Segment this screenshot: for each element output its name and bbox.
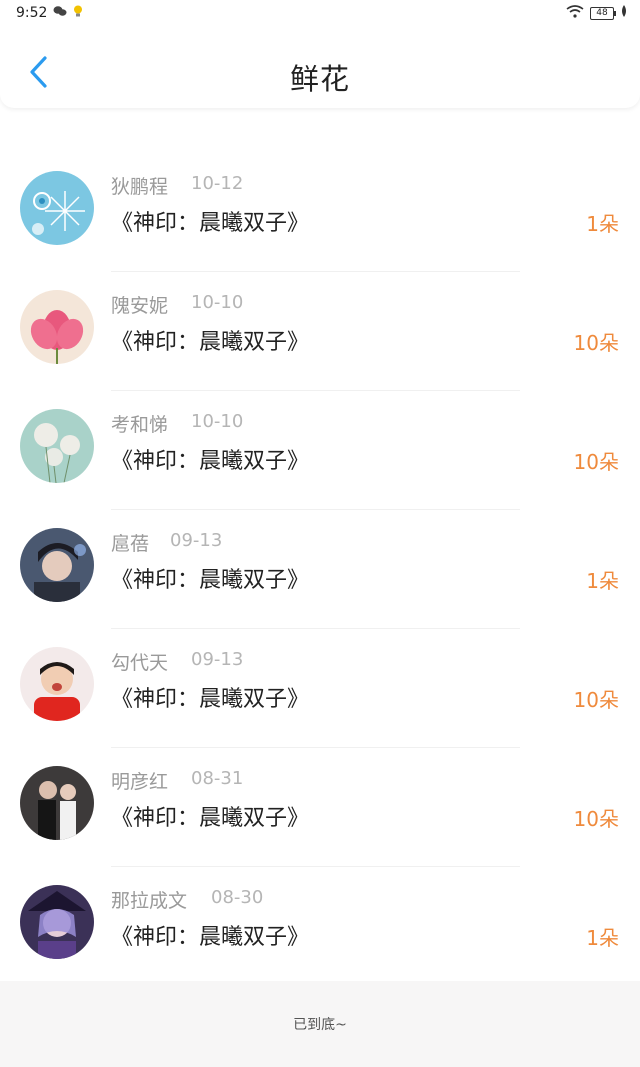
book-title: 《神印：晨曦双子》 [111,330,310,355]
gift-date: 10-10 [191,292,244,313]
gift-date: 09-13 [170,530,223,551]
flower-count: 1朵 [586,926,619,950]
user-name: 扈蓓 [111,533,150,555]
gift-date: 10-12 [191,173,244,194]
user-name: 考和悌 [111,414,169,436]
user-name: 明彦红 [111,771,169,793]
status-bar: 9:52 48 [0,0,640,26]
user-name: 那拉成文 [111,890,188,912]
gift-date: 08-31 [191,768,244,789]
gift-date: 10-10 [191,411,244,432]
flower-count: 10朵 [573,450,619,474]
book-title: 《神印：晨曦双子》 [111,449,310,474]
avatar[interactable] [20,171,94,245]
flower-count: 10朵 [573,807,619,831]
book-title: 《神印：晨曦双子》 [111,211,310,236]
nav-bar: 鲜花 [0,26,640,108]
book-title: 《神印：晨曦双子》 [111,806,310,831]
gift-date: 09-13 [191,649,244,670]
user-name: 勾代天 [111,652,169,674]
list-item[interactable]: 隗安妮 10-10 《神印：晨曦双子》 10朵 [0,272,640,391]
bulb-icon [73,5,83,21]
avatar[interactable] [20,409,94,483]
avatar[interactable] [20,766,94,840]
user-name: 隗安妮 [111,295,169,317]
avatar[interactable] [20,647,94,721]
end-of-list-text: 已到底~ [293,1017,347,1033]
gift-date: 08-30 [211,887,264,908]
flower-count: 10朵 [573,331,619,355]
book-title: 《神印：晨曦双子》 [111,925,310,950]
battery-icon: 48 [590,6,616,20]
list-item[interactable]: 狄鹏程 10-12 《神印：晨曦双子》 1朵 [0,153,640,272]
list-item[interactable]: 扈蓓 09-13 《神印：晨曦双子》 1朵 [0,510,640,629]
avatar[interactable] [20,885,94,959]
page-title: 鲜花 [289,62,350,96]
list-item[interactable]: 明彦红 08-31 《神印：晨曦双子》 10朵 [0,748,640,867]
list-item[interactable]: 勾代天 09-13 《神印：晨曦双子》 10朵 [0,629,640,748]
wifi-icon [566,4,584,22]
avatar[interactable] [20,290,94,364]
book-title: 《神印：晨曦双子》 [111,687,310,712]
leaf-icon [620,5,628,21]
status-time: 9:52 [16,5,48,21]
wechat-icon [53,5,67,21]
list-item[interactable]: 考和悌 10-10 《神印：晨曦双子》 10朵 [0,391,640,510]
list-item[interactable]: 那拉成文 08-30 《神印：晨曦双子》 1朵 [0,867,640,986]
end-of-list: 已到底~ [0,981,640,1067]
avatar[interactable] [20,528,94,602]
user-name: 狄鹏程 [111,176,169,198]
flower-count: 1朵 [586,212,619,236]
flower-count: 10朵 [573,688,619,712]
flower-count: 1朵 [586,569,619,593]
book-title: 《神印：晨曦双子》 [111,568,310,593]
